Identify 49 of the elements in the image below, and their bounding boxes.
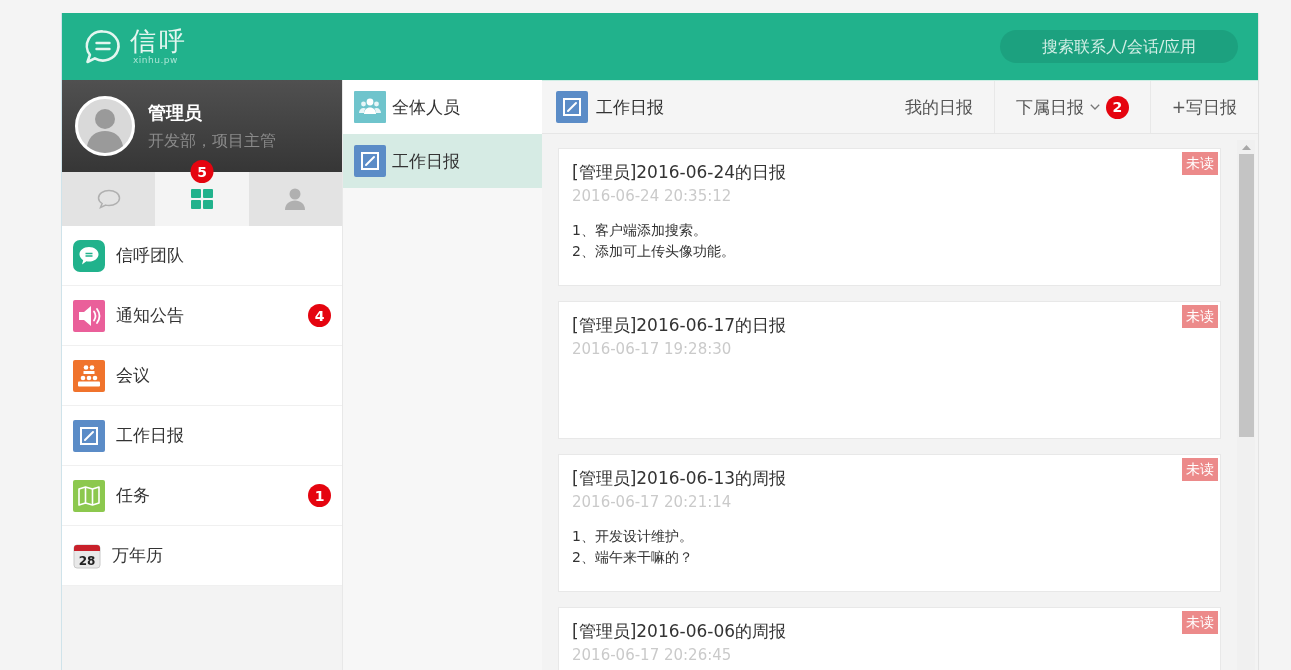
dropdown-button[interactable]: 下属日报 2 (993, 81, 1150, 133)
calendar-icon: 28 (73, 542, 101, 569)
edit-square-icon (354, 145, 386, 177)
menu-item[interactable]: 通知公告 4 (62, 286, 342, 346)
menu-item[interactable]: 信呼团队 (62, 226, 342, 286)
search-field[interactable]: 搜索联系人/会话/应用 (1000, 30, 1238, 63)
toolbar-link[interactable]: 我的日报 (883, 81, 994, 133)
report-text-line: 1、客户端添加搜索。 (572, 221, 707, 240)
chat-bubble-icon (96, 189, 121, 209)
unread-tag: 未读 (1182, 611, 1218, 634)
count-badge: 1 (308, 484, 331, 507)
report-text-line: 2、端午来干嘛的？ (572, 548, 693, 567)
toolbar-title: 工作日报 (596, 95, 664, 119)
edit-square-icon (556, 91, 588, 123)
unread-tag: 未读 (1182, 458, 1218, 481)
map-icon (73, 479, 105, 512)
speaker-icon (73, 299, 105, 332)
toolbar-link[interactable]: +写日报 (1149, 81, 1258, 133)
report-text-line: 1、开发设计维护。 (572, 527, 693, 546)
logo-text: 信呼 (130, 28, 188, 54)
user-name: 管理员 (148, 100, 203, 125)
category-item[interactable]: 全体人员 (343, 80, 542, 134)
grid-icon (191, 189, 213, 209)
count-badge: 4 (308, 304, 331, 327)
scroll-up-icon[interactable] (1241, 145, 1251, 150)
person-icon (285, 188, 306, 210)
report-title: [管理员]2016-06-24的日报 (572, 161, 787, 184)
count-badge: 2 (1105, 95, 1129, 119)
report-title: [管理员]2016-06-13的周报 (572, 467, 787, 490)
menu-item[interactable]: 28 万年历 (62, 526, 342, 586)
category-item[interactable]: 工作日报 (343, 134, 542, 188)
avatar-icon (75, 96, 135, 156)
edit-square-icon (73, 419, 105, 452)
unread-tag: 未读 (1182, 305, 1218, 328)
chat-bubble-icon (73, 239, 105, 272)
people-grid-icon (73, 359, 105, 392)
user-role: 开发部，项目主管 (148, 130, 276, 152)
menu-item[interactable]: 任务 1 (62, 466, 342, 526)
report-text-line: 2、添加可上传头像功能。 (572, 242, 735, 261)
chevron-down-icon (1089, 104, 1100, 110)
report-title: [管理员]2016-06-17的日报 (572, 314, 787, 337)
menu-item[interactable]: 会议 (62, 346, 342, 406)
people-icon (354, 91, 386, 123)
scrollbar-thumb[interactable] (1238, 154, 1254, 437)
report-title: [管理员]2016-06-06的周报 (572, 620, 787, 643)
unread-tag: 未读 (1182, 152, 1218, 175)
menu-item[interactable]: 工作日报 (62, 406, 342, 466)
logo-chat-icon (84, 28, 122, 65)
logo-subtitle: xinhu.pw (133, 56, 179, 65)
